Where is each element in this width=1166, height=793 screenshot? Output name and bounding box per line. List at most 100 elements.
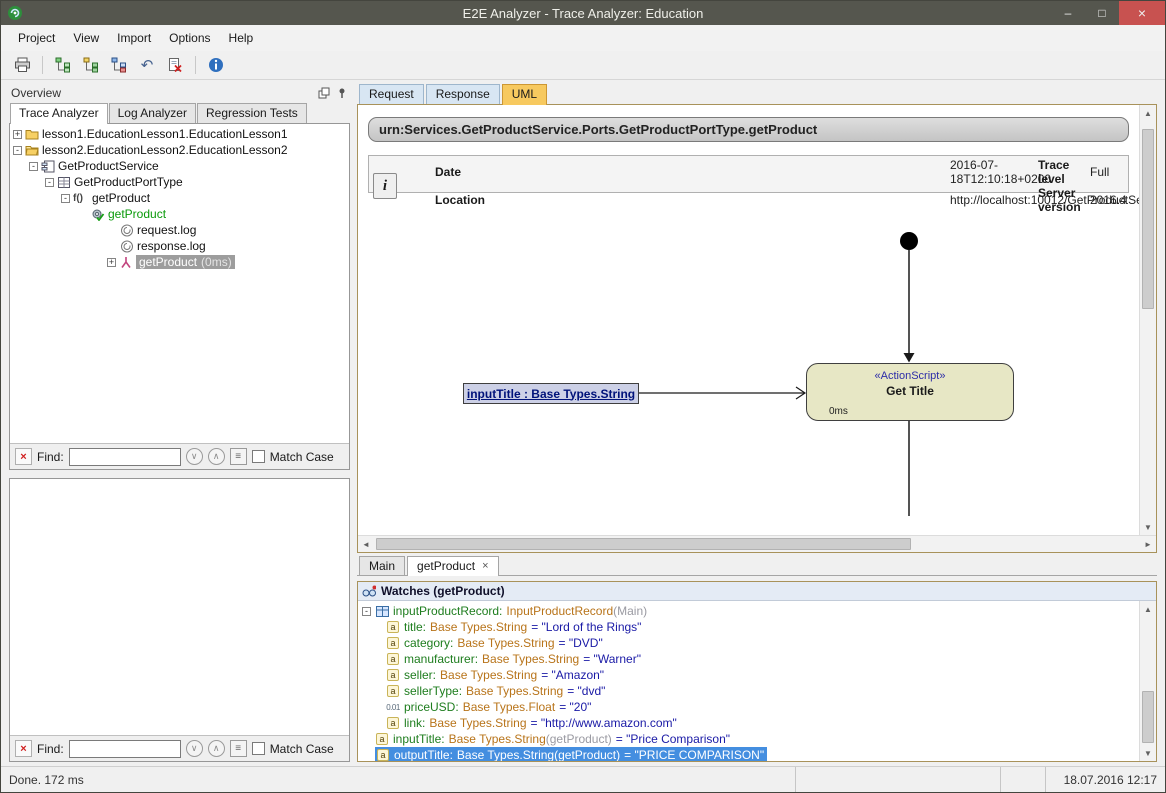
find-next-button[interactable]: ∨ [186,740,203,757]
tree-item-session[interactable]: getProduct [10,206,349,222]
scroll-up-arrow[interactable]: ▲ [1140,601,1156,617]
tab-request[interactable]: Request [359,84,424,104]
float-pane-icon[interactable] [318,87,330,99]
uml-canvas[interactable]: urn:Services.GetProductService.Ports.Get… [358,105,1156,535]
info-button[interactable] [205,54,227,76]
match-case-checkbox[interactable] [252,742,265,755]
uml-vertical-scrollbar[interactable]: ▲ ▼ [1139,105,1156,535]
watch-row-selected[interactable]: a outputTitle: Base Types.String (getPro… [358,747,1156,761]
watch-row[interactable]: - inputProductRecord: InputProductRecord… [358,603,1156,619]
tree-item-response-log[interactable]: response.log [10,238,349,254]
folder-open-icon [25,144,39,157]
refresh-tree-button[interactable] [108,54,130,76]
scroll-down-arrow[interactable]: ▼ [1140,519,1156,535]
watch-row[interactable]: a seller: Base Types.String = "Amazon" [358,667,1156,683]
tab-main[interactable]: Main [359,556,405,575]
tree-item-label: GetProductService [58,159,159,173]
scroll-down-arrow[interactable]: ▼ [1140,745,1156,761]
tab-getproduct[interactable]: getProduct × [407,556,498,576]
scrollbar-thumb[interactable] [376,538,911,550]
pin-icon[interactable] [336,87,348,99]
tree-item-getproduct-trace[interactable]: + getProduct (0ms) [10,254,349,270]
tab-close-icon[interactable]: × [482,560,488,572]
watch-type: Base Types.String [457,636,554,650]
menu-options[interactable]: Options [160,27,219,49]
tab-trace-analyzer[interactable]: Trace Analyzer [10,103,108,124]
tab-log-analyzer[interactable]: Log Analyzer [109,103,196,123]
tree-item-service[interactable]: - GetProductService [10,158,349,174]
tree-item-operation[interactable]: - f() getProduct [10,190,349,206]
find-input[interactable] [69,740,181,758]
tab-response[interactable]: Response [426,84,500,104]
object-node-input-title[interactable]: inputTitle : Base Types.String [463,383,639,404]
uml-horizontal-scrollbar[interactable]: ◄ ► [358,535,1156,552]
tree-item-lesson2[interactable]: - lesson2.EducationLesson2.EducationLess… [10,142,349,158]
watch-type: Base Types.String [430,620,527,634]
secondary-panel-content[interactable] [10,479,349,735]
toolbar: ↶ [1,51,1165,80]
close-button[interactable]: × [1119,1,1165,25]
watches-icon [362,585,376,598]
tree-item-porttype[interactable]: - GetProductPortType [10,174,349,190]
undo-button[interactable]: ↶ [136,54,158,76]
watch-context: (getProduct) [546,732,612,746]
watches-panel: Watches (getProduct) - inputProductRecor… [357,581,1157,762]
minimize-button[interactable]: – [1051,1,1085,25]
print-button[interactable] [11,54,33,76]
tree-item-lesson1[interactable]: + lesson1.EducationLesson1.EducationLess… [10,126,349,142]
watch-row[interactable]: a category: Base Types.String = "DVD" [358,635,1156,651]
tree-item-label: GetProductPortType [74,175,183,189]
menu-project[interactable]: Project [9,27,64,49]
watch-value: = "20" [559,700,591,714]
find-prev-button[interactable]: ∧ [208,740,225,757]
menu-import[interactable]: Import [108,27,160,49]
expander-icon[interactable]: - [362,607,371,616]
tab-regression-tests[interactable]: Regression Tests [197,103,307,123]
scroll-up-arrow[interactable]: ▲ [1140,105,1156,121]
clear-find-button[interactable]: × [15,740,32,757]
menu-help[interactable]: Help [220,27,263,49]
expander-icon[interactable]: - [45,178,54,187]
maximize-button[interactable]: □ [1085,1,1119,25]
collapse-tree-button[interactable] [80,54,102,76]
tree-item-request-log[interactable]: request.log [10,222,349,238]
expander-icon[interactable]: - [61,194,70,203]
watches-vertical-scrollbar[interactable]: ▲ ▼ [1139,601,1156,761]
arrowhead [904,353,915,363]
expander-icon[interactable]: + [13,130,22,139]
scrollbar-thumb[interactable] [1142,129,1154,309]
watch-row[interactable]: a title: Base Types.String = "Lord of th… [358,619,1156,635]
scroll-right-arrow[interactable]: ► [1140,536,1156,552]
expander-icon[interactable]: - [29,162,38,171]
watch-value: = "Price Comparison" [616,732,730,746]
overview-title: Overview [11,86,318,100]
action-node-get-title[interactable]: «ActionScript» Get Title 0ms [806,363,1014,421]
watch-type: Base Types.String [440,668,537,682]
watch-name: sellerType: [404,684,462,698]
trace-tabs: Main getProduct × [357,556,1157,576]
expand-tree-button[interactable] [52,54,74,76]
find-options-button[interactable]: ≡ [230,740,247,757]
find-options-button[interactable]: ≡ [230,448,247,465]
find-prev-button[interactable]: ∧ [208,448,225,465]
close-trace-button[interactable] [164,54,186,76]
watch-row[interactable]: a link: Base Types.String = "http://www.… [358,715,1156,731]
find-input[interactable] [69,448,181,466]
find-next-button[interactable]: ∨ [186,448,203,465]
status-datetime: 18.07.2016 12:17 [1045,767,1165,792]
match-case-checkbox[interactable] [252,450,265,463]
menu-view[interactable]: View [64,27,108,49]
scroll-left-arrow[interactable]: ◄ [358,536,374,552]
tab-uml[interactable]: UML [502,84,547,105]
initial-node[interactable] [900,232,918,250]
watch-row[interactable]: 0.01 priceUSD: Base Types.Float = "20" [358,699,1156,715]
clear-find-button[interactable]: × [15,448,32,465]
expander-icon[interactable]: - [13,146,22,155]
toolbar-separator [195,56,196,74]
watch-row[interactable]: a inputTitle: Base Types.String (getProd… [358,731,1156,747]
scrollbar-thumb[interactable] [1142,691,1154,743]
watch-row[interactable]: a sellerType: Base Types.String = "dvd" [358,683,1156,699]
expander-icon[interactable]: + [107,258,116,267]
tree-item-label: getProduct [92,191,150,205]
watch-row[interactable]: a manufacturer: Base Types.String = "War… [358,651,1156,667]
